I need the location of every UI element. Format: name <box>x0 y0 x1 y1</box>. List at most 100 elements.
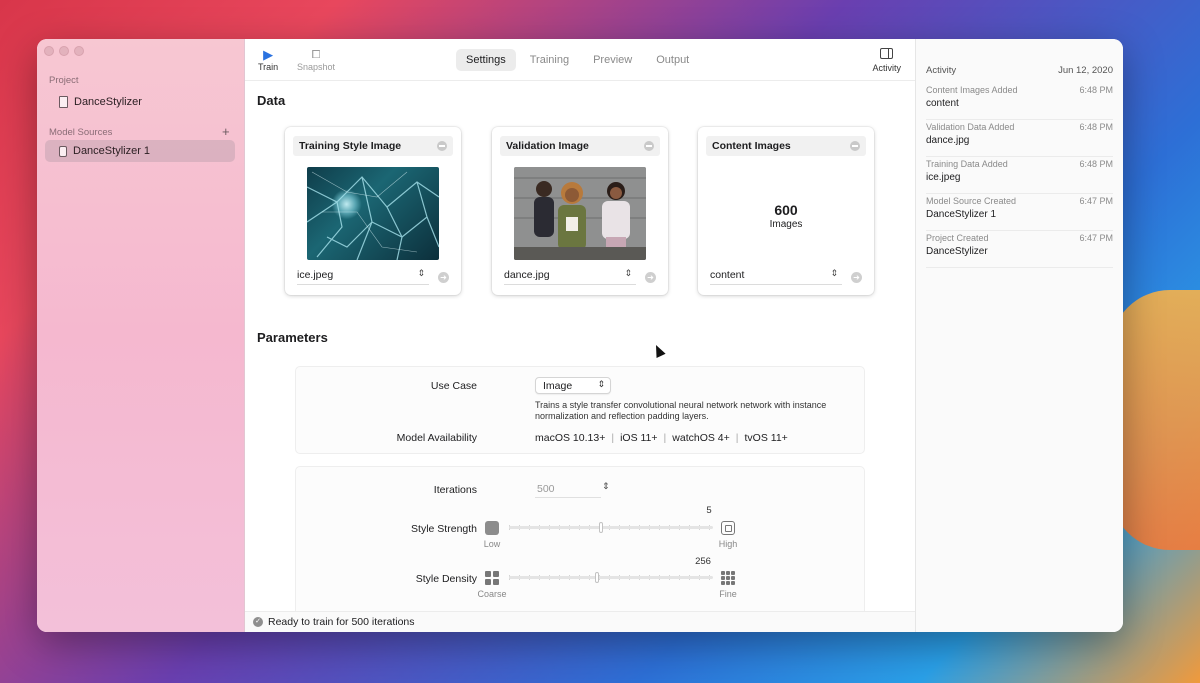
card-header: Content Images <box>706 136 866 156</box>
grid-fine-icon <box>721 571 735 585</box>
toolbar: ▶ Train ⧠ Snapshot Settings Training Pre… <box>245 39 915 81</box>
style-strength-slider[interactable] <box>509 526 713 529</box>
card-header: Validation Image <box>500 136 660 156</box>
activity-time: 6:48 PM <box>1079 122 1113 132</box>
training-parameters-group: Iterations 500 ⇕ 5 Style Strength Low Hi… <box>295 466 865 616</box>
tab-preview[interactable]: Preview <box>583 49 642 71</box>
iterations-stepper[interactable]: ⇕ <box>602 481 610 492</box>
iterations-input[interactable]: 500 <box>535 482 601 498</box>
activity-button[interactable]: Activity <box>872 48 901 73</box>
remove-icon[interactable] <box>644 141 654 151</box>
selected-file: dance.jpg <box>504 269 550 281</box>
remove-icon[interactable] <box>437 141 447 151</box>
tab-output[interactable]: Output <box>646 49 699 71</box>
content-image-count: 600 <box>774 202 798 218</box>
content-images-selector[interactable]: content ⇕ <box>710 267 842 285</box>
main-content: ▶ Train ⧠ Snapshot Settings Training Pre… <box>245 39 915 632</box>
go-arrow-icon[interactable]: ➜ <box>645 272 656 283</box>
card-title: Training Style Image <box>299 140 402 152</box>
style-density-label: Style Density <box>415 573 477 585</box>
zoom-window-button[interactable] <box>74 46 84 56</box>
separator: | <box>663 432 667 444</box>
dancers-photo <box>514 167 646 260</box>
tab-settings[interactable]: Settings <box>456 49 516 71</box>
snapshot-icon: ⧠ <box>311 49 321 61</box>
training-style-image-card: Training Style Image ice.jpeg ⇕ ➜ <box>285 127 461 295</box>
grid-coarse-icon <box>485 571 499 585</box>
selected-file: ice.jpeg <box>297 269 334 281</box>
close-window-button[interactable] <box>44 46 54 56</box>
status-bar: ✓ Ready to train for 500 iterations <box>245 611 915 632</box>
style-density-min-label: Coarse <box>477 589 507 599</box>
ice-texture-image <box>307 171 439 260</box>
plus-icon[interactable]: + <box>222 125 230 138</box>
model-sources-section-label: Model Sources <box>49 127 113 138</box>
train-button[interactable]: ▶ Train <box>258 47 279 73</box>
sidebar: Project DanceStylizer Model Sources + Da… <box>37 39 245 632</box>
style-strength-slider-knob[interactable] <box>598 522 603 533</box>
window-controls <box>44 46 84 56</box>
style-strength-max-label: High <box>718 539 738 549</box>
go-arrow-icon[interactable]: ➜ <box>438 272 449 283</box>
content-images-card: Content Images 600 Images content ⇕ ➜ <box>698 127 874 295</box>
card-title: Validation Image <box>506 140 589 152</box>
sidebar-item-label: DanceStylizer 1 <box>73 145 151 157</box>
app-window: Project DanceStylizer Model Sources + Da… <box>37 39 1123 632</box>
style-density-slider[interactable] <box>509 576 713 579</box>
square-outline-icon <box>721 521 735 535</box>
style-strength-label: Style Strength <box>411 523 477 535</box>
selected-file: content <box>710 269 745 281</box>
style-density-slider-knob[interactable] <box>594 572 599 583</box>
use-case-value: Image <box>543 380 573 392</box>
chevron-updown-icon: ⇕ <box>417 268 425 278</box>
style-strength-min-label: Low <box>483 539 501 549</box>
activity-date: Jun 12, 2020 <box>1058 65 1113 76</box>
snapshot-button[interactable]: ⧠ Snapshot <box>297 48 335 72</box>
activity-item[interactable]: Validation Data Added dance.jpg 6:48 PM <box>926 120 1113 157</box>
iterations-label: Iterations <box>433 484 477 496</box>
content-image-count-label: Images <box>769 219 803 230</box>
style-image-selector[interactable]: ice.jpeg ⇕ <box>297 267 429 285</box>
wallpaper-accent <box>1110 290 1200 550</box>
activity-item[interactable]: Training Data Added ice.jpeg 6:48 PM <box>926 157 1113 194</box>
play-icon: ▶ <box>263 47 274 62</box>
style-image-thumbnail[interactable] <box>307 167 439 260</box>
chevron-updown-icon: ⇕ <box>830 268 838 278</box>
train-label: Train <box>258 62 279 72</box>
activity-name: dance.jpg <box>926 135 970 146</box>
validation-image-thumbnail[interactable] <box>514 167 646 260</box>
activity-panel: Activity Jun 12, 2020 Content Images Add… <box>915 39 1123 632</box>
style-strength-value: 5 <box>706 505 712 516</box>
tab-bar: Settings Training Preview Output <box>456 49 699 71</box>
sidebar-item-project[interactable]: DanceStylizer <box>45 91 235 113</box>
go-arrow-icon[interactable]: ➜ <box>851 272 862 283</box>
use-case-group: Use Case Image ⇕ Trains a style transfer… <box>295 366 865 454</box>
minimize-window-button[interactable] <box>59 46 69 56</box>
use-case-description: Trains a style transfer convolutional ne… <box>535 400 827 421</box>
validation-image-selector[interactable]: dance.jpg ⇕ <box>504 267 636 285</box>
tab-training[interactable]: Training <box>520 49 579 71</box>
document-icon <box>59 96 68 108</box>
activity-label: Activity <box>872 63 901 73</box>
parameters-section-title: Parameters <box>257 330 328 345</box>
sidebar-right-icon <box>880 48 894 59</box>
use-case-select[interactable]: Image ⇕ <box>535 377 611 394</box>
activity-item[interactable]: Project Created DanceStylizer 6:47 PM <box>926 231 1113 268</box>
activity-name: DanceStylizer 1 <box>926 209 997 220</box>
card-header: Training Style Image <box>293 136 453 156</box>
remove-icon[interactable] <box>850 141 860 151</box>
chevron-updown-icon: ⇕ <box>597 379 605 389</box>
checkmark-icon: ✓ <box>253 617 263 627</box>
separator: | <box>611 432 615 444</box>
validation-image-card: Validation Image dance.jpg ⇕ ➜ <box>492 127 668 295</box>
activity-item[interactable]: Model Source Created DanceStylizer 1 6:4… <box>926 194 1113 231</box>
snapshot-label: Snapshot <box>297 62 336 72</box>
sidebar-item-model-source[interactable]: DanceStylizer 1 <box>45 140 235 162</box>
use-case-label: Use Case <box>430 380 477 392</box>
activity-time: 6:48 PM <box>1079 85 1113 95</box>
separator: | <box>735 432 739 444</box>
activity-time: 6:47 PM <box>1079 233 1113 243</box>
activity-item[interactable]: Content Images Added content 6:48 PM <box>926 83 1113 120</box>
style-density-value: 256 <box>695 556 711 567</box>
activity-name: DanceStylizer <box>926 246 988 257</box>
